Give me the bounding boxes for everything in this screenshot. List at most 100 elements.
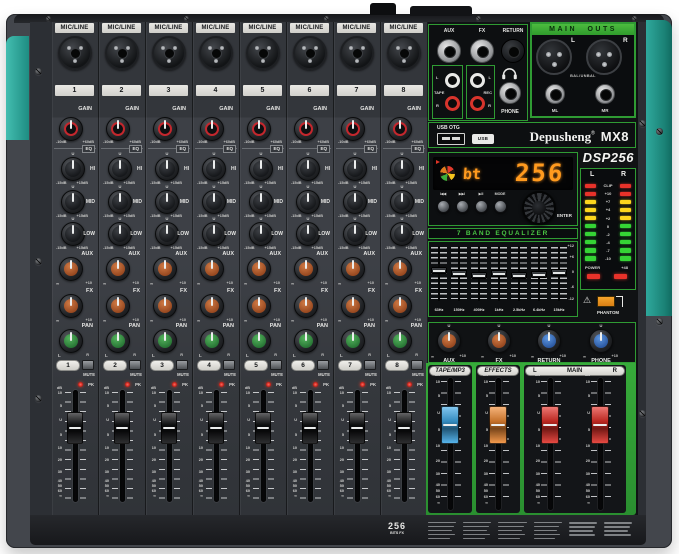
fx-knob[interactable] bbox=[341, 294, 365, 318]
fx-knob[interactable] bbox=[106, 294, 130, 318]
xlr-combo-jack[interactable] bbox=[199, 36, 233, 70]
tape-right-rca-jack[interactable] bbox=[445, 96, 460, 111]
low-knob[interactable] bbox=[249, 222, 273, 246]
mid-knob[interactable] bbox=[61, 190, 85, 214]
channel-number-button[interactable]: 6 bbox=[291, 360, 315, 371]
mute-button[interactable] bbox=[129, 360, 141, 370]
fx-knob[interactable] bbox=[153, 294, 177, 318]
mid-knob[interactable] bbox=[390, 190, 414, 214]
low-knob[interactable] bbox=[155, 222, 179, 246]
xlr-combo-jack[interactable] bbox=[340, 36, 374, 70]
fader-handle[interactable] bbox=[161, 412, 177, 444]
fader-handle[interactable] bbox=[302, 412, 318, 444]
rec-right-rca-jack[interactable] bbox=[470, 96, 485, 111]
fader-handle[interactable] bbox=[396, 412, 412, 444]
power-switch[interactable] bbox=[370, 3, 396, 15]
channel-number-button[interactable]: 4 bbox=[197, 360, 221, 371]
fx-knob[interactable] bbox=[388, 294, 412, 318]
eq-band-handle[interactable] bbox=[431, 267, 447, 274]
channel-number-button[interactable]: 1 bbox=[56, 360, 80, 371]
low-knob[interactable] bbox=[61, 222, 85, 246]
main-left-jack[interactable] bbox=[545, 84, 565, 104]
fader-handle[interactable] bbox=[349, 412, 365, 444]
fader-handle[interactable] bbox=[441, 406, 459, 444]
fader-handle[interactable] bbox=[255, 412, 271, 444]
pan-knob[interactable] bbox=[200, 329, 224, 353]
hi-knob[interactable] bbox=[296, 157, 320, 181]
xlr-combo-jack[interactable] bbox=[293, 36, 327, 70]
xlr-combo-jack[interactable] bbox=[246, 36, 280, 70]
xlr-combo-jack[interactable] bbox=[58, 36, 92, 70]
pan-knob[interactable] bbox=[388, 329, 412, 353]
aux-knob[interactable] bbox=[294, 257, 318, 281]
aux-knob[interactable] bbox=[59, 257, 83, 281]
aux-knob[interactable] bbox=[106, 257, 130, 281]
fader-handle[interactable] bbox=[541, 406, 559, 444]
eq-band-handle[interactable] bbox=[451, 270, 467, 277]
aux-jack[interactable] bbox=[437, 39, 461, 63]
eq-band-handle[interactable] bbox=[491, 270, 507, 277]
gain-knob[interactable] bbox=[247, 117, 271, 141]
mid-knob[interactable] bbox=[296, 190, 320, 214]
pan-knob[interactable] bbox=[294, 329, 318, 353]
aux-knob[interactable] bbox=[247, 257, 271, 281]
gain-knob[interactable] bbox=[59, 117, 83, 141]
mid-knob[interactable] bbox=[155, 190, 179, 214]
aux-knob[interactable] bbox=[341, 257, 365, 281]
gain-knob[interactable] bbox=[294, 117, 318, 141]
low-knob[interactable] bbox=[108, 222, 132, 246]
gain-knob[interactable] bbox=[153, 117, 177, 141]
mid-knob[interactable] bbox=[108, 190, 132, 214]
usb-port[interactable] bbox=[437, 133, 465, 145]
fader-handle[interactable] bbox=[208, 412, 224, 444]
previous-button[interactable] bbox=[436, 200, 450, 213]
fx-knob[interactable] bbox=[59, 294, 83, 318]
main-right-jack[interactable] bbox=[595, 84, 615, 104]
play-pause-button[interactable] bbox=[474, 200, 488, 213]
low-knob[interactable] bbox=[202, 222, 226, 246]
hi-knob[interactable] bbox=[249, 157, 273, 181]
mute-button[interactable] bbox=[176, 360, 188, 370]
pan-knob[interactable] bbox=[341, 329, 365, 353]
fader-handle[interactable] bbox=[114, 412, 130, 444]
eq-band-handle[interactable] bbox=[531, 271, 547, 278]
phantom-power-switch[interactable] bbox=[597, 296, 623, 307]
tape-left-rca-jack[interactable] bbox=[445, 73, 460, 88]
aux-monitor-knob[interactable] bbox=[437, 329, 461, 353]
mute-button[interactable] bbox=[364, 360, 376, 370]
fx-jack[interactable] bbox=[470, 39, 494, 63]
channel-number-button[interactable]: 7 bbox=[338, 360, 362, 371]
pan-knob[interactable] bbox=[106, 329, 130, 353]
pan-knob[interactable] bbox=[153, 329, 177, 353]
channel-number-button[interactable]: 3 bbox=[150, 360, 174, 371]
enter-encoder-knob[interactable] bbox=[522, 191, 556, 225]
mute-button[interactable] bbox=[411, 360, 423, 370]
aux-knob[interactable] bbox=[153, 257, 177, 281]
mute-button[interactable] bbox=[270, 360, 282, 370]
eq-band-handle[interactable] bbox=[551, 269, 567, 276]
low-knob[interactable] bbox=[390, 222, 414, 246]
aux-knob[interactable] bbox=[388, 257, 412, 281]
main-out-right-xlr[interactable] bbox=[586, 39, 622, 75]
fader-handle[interactable] bbox=[591, 406, 609, 444]
hi-knob[interactable] bbox=[108, 157, 132, 181]
mid-knob[interactable] bbox=[249, 190, 273, 214]
xlr-combo-jack[interactable] bbox=[387, 36, 421, 70]
low-knob[interactable] bbox=[296, 222, 320, 246]
low-knob[interactable] bbox=[343, 222, 367, 246]
hi-knob[interactable] bbox=[390, 157, 414, 181]
mute-button[interactable] bbox=[82, 360, 94, 370]
mid-knob[interactable] bbox=[343, 190, 367, 214]
fx-monitor-knob[interactable] bbox=[487, 329, 511, 353]
mute-button[interactable] bbox=[223, 360, 235, 370]
phone-monitor-knob[interactable] bbox=[589, 329, 613, 353]
fader-handle[interactable] bbox=[489, 406, 507, 444]
xlr-combo-jack[interactable] bbox=[152, 36, 186, 70]
next-button[interactable] bbox=[455, 200, 469, 213]
fx-knob[interactable] bbox=[294, 294, 318, 318]
eq-band-handle[interactable] bbox=[511, 272, 527, 279]
mode-button[interactable] bbox=[493, 200, 507, 213]
hi-knob[interactable] bbox=[202, 157, 226, 181]
hi-knob[interactable] bbox=[155, 157, 179, 181]
hi-knob[interactable] bbox=[61, 157, 85, 181]
